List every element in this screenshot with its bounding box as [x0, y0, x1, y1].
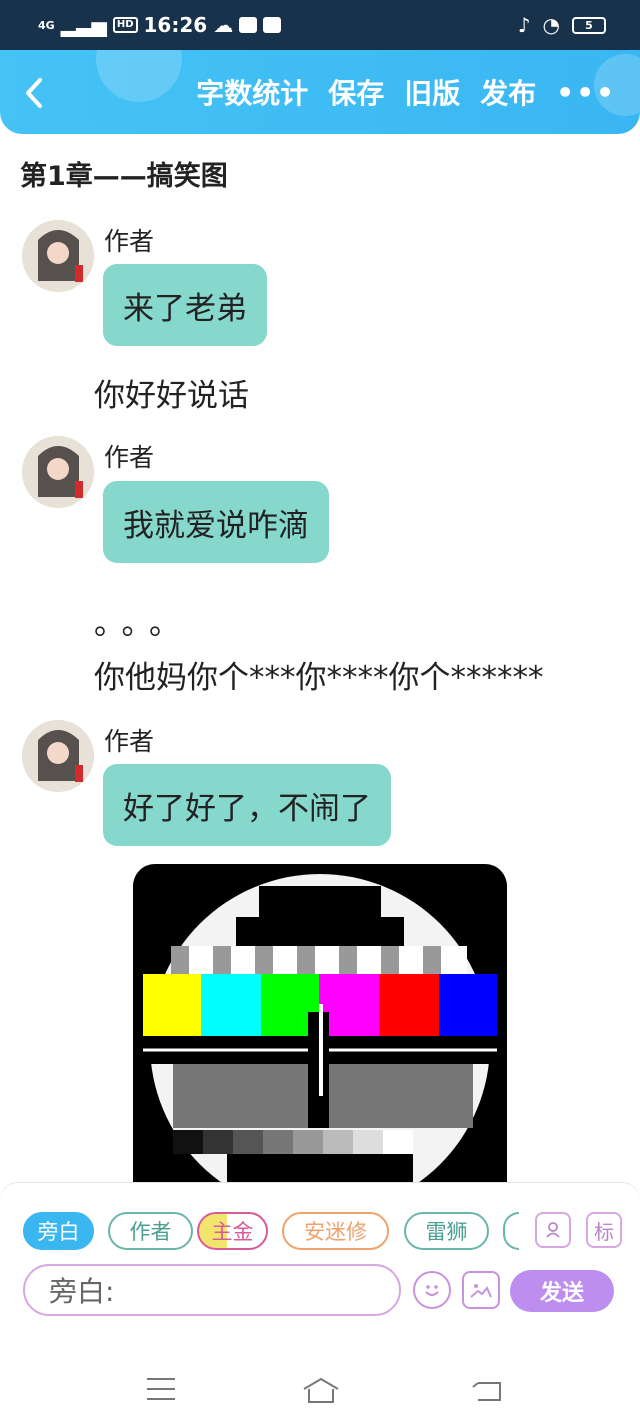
notification-icon: [239, 17, 258, 33]
wifi-icon: ◔: [542, 13, 560, 37]
save-button[interactable]: 保存: [328, 72, 384, 112]
publish-button[interactable]: 发布: [480, 72, 536, 112]
cloud-icon: ☁: [213, 13, 234, 37]
app-header: 字数统计 保存 旧版 发布 •••: [0, 50, 640, 134]
home-outline-icon: [303, 1377, 339, 1403]
input-label: 旁白:: [49, 1275, 115, 1308]
message-image[interactable]: [133, 864, 507, 1194]
avatar: [22, 720, 94, 792]
avatar: [22, 436, 94, 508]
message-bubble[interactable]: 来了老弟: [103, 264, 267, 346]
author-name: 作者: [104, 727, 155, 756]
header-bubble-decoration: [96, 50, 182, 102]
role-chip[interactable]: 安迷修: [282, 1212, 389, 1250]
notification-icon-2: [263, 17, 282, 33]
author-name: 作者: [104, 227, 155, 256]
battery-icon: 5: [572, 16, 606, 34]
more-icon[interactable]: •••: [556, 76, 616, 109]
author-name: 作者: [104, 443, 155, 472]
back-nav-icon[interactable]: [472, 1375, 506, 1412]
status-bar: 4G ▂▃▅ HD 16:26 ☁ ♪ ◔ 5: [0, 0, 640, 50]
smile-icon: [425, 1285, 439, 1296]
chapter-title: 第1章——搞笑图: [20, 161, 228, 192]
message-input[interactable]: 旁白:: [23, 1264, 401, 1316]
chevron-left-icon: [26, 78, 42, 108]
hd-badge: HD: [112, 17, 138, 33]
narration-text[interactable]: 你他妈你个***你****你个******: [94, 652, 544, 697]
tv-test-card-image: [133, 864, 507, 1194]
avatar: [22, 220, 94, 292]
avatar-image: [22, 220, 94, 292]
role-chip[interactable]: 旁白: [23, 1212, 94, 1250]
image-icon[interactable]: [462, 1271, 500, 1309]
signal-icon: ▂▃▅: [60, 13, 107, 37]
old-version-button[interactable]: 旧版: [404, 72, 460, 112]
back-button[interactable]: [20, 76, 50, 110]
message-bubble[interactable]: 好了好了，不闹了: [103, 764, 391, 846]
network-label: 4G: [38, 18, 55, 32]
home-icon[interactable]: [300, 1375, 342, 1412]
avatar-image: [22, 436, 94, 508]
narration-text[interactable]: 。。。: [94, 598, 192, 643]
return-icon: [472, 1382, 501, 1401]
person-icon: [546, 1222, 560, 1238]
narration-text[interactable]: 你好好说话: [94, 370, 249, 415]
role-chip[interactable]: 主金: [197, 1212, 268, 1250]
emoji-icon[interactable]: [413, 1271, 451, 1309]
avatar-image: [22, 720, 94, 792]
mute-icon: ♪: [517, 13, 531, 37]
role-chip[interactable]: 作者: [108, 1212, 193, 1250]
role-manager-icon[interactable]: [535, 1212, 571, 1248]
tag-button[interactable]: 标: [586, 1212, 622, 1248]
menu-icon[interactable]: [145, 1375, 177, 1410]
header-actions: 字数统计 保存 旧版 发布 •••: [196, 72, 616, 112]
word-count-button[interactable]: 字数统计: [196, 72, 308, 112]
role-chip[interactable]: 雷狮: [404, 1212, 489, 1250]
send-button[interactable]: 发送: [510, 1270, 614, 1312]
picture-icon: [470, 1284, 492, 1298]
message-bubble[interactable]: 我就爱说咋滴: [103, 481, 329, 563]
menu-lines-icon: [147, 1378, 175, 1400]
status-time: 16:26: [143, 13, 208, 37]
